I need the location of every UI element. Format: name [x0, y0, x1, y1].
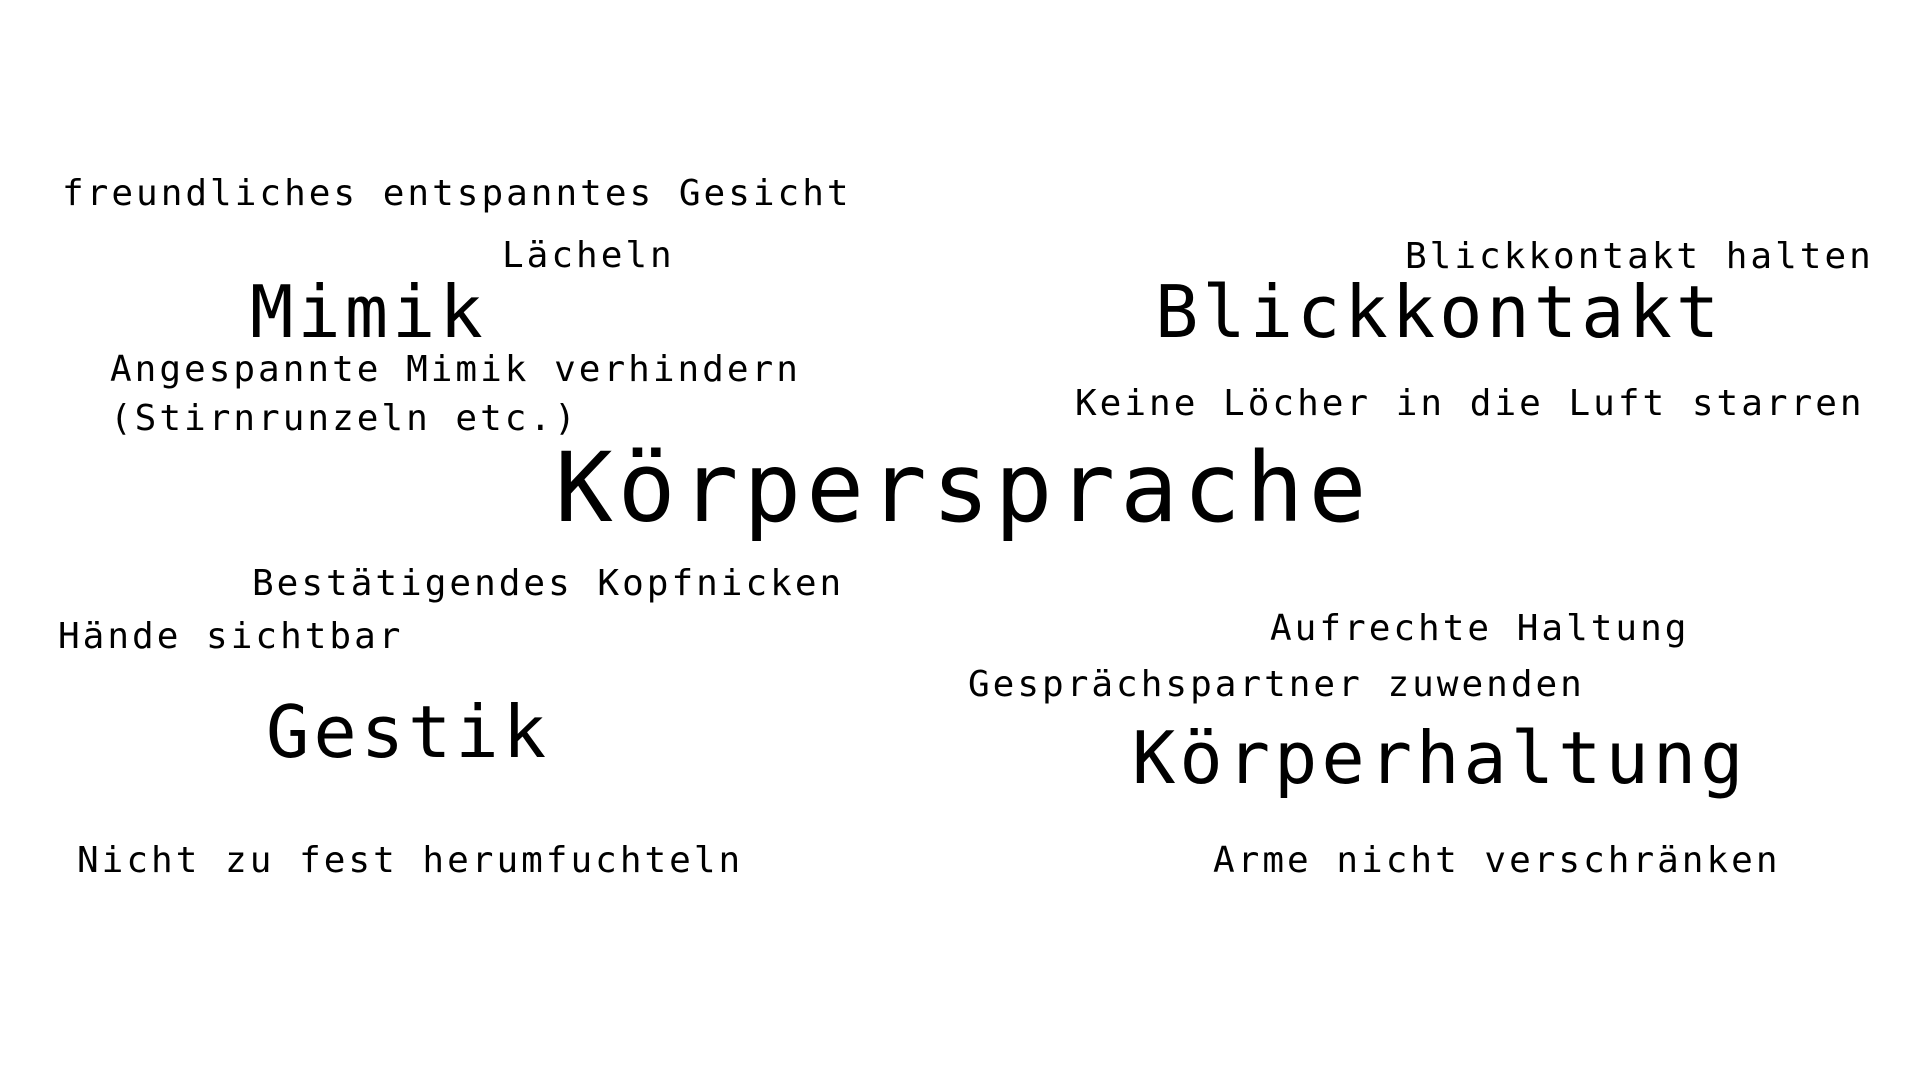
mimik-item-avoid-tension: Angespannte Mimik verhindern (Stirnrunze… [110, 349, 801, 439]
center-title: Körpersprache [555, 432, 1372, 544]
koerperhaltung-item-upright: Aufrechte Haltung [1270, 608, 1690, 649]
word-cloud-canvas: { "center": { "title": "Körpersprache" }… [0, 0, 1920, 1080]
blickkontakt-item-no-staring: Keine Löcher in die Luft starren [1075, 383, 1865, 424]
gestik-heading: Gestik [266, 690, 551, 774]
gestik-item-no-flailing: Nicht zu fest herumfuchteln [77, 840, 744, 881]
gestik-item-nodding: Bestätigendes Kopfnicken [252, 563, 845, 604]
blickkontakt-heading: Blickkontakt [1155, 270, 1724, 354]
gestik-item-hands-visible: Hände sichtbar [58, 616, 404, 657]
mimik-heading: Mimik [250, 270, 487, 354]
mimik-item-friendly-face: freundliches entspanntes Gesicht [62, 173, 852, 214]
mimik-item-smile: Lächeln [502, 235, 675, 276]
koerperhaltung-item-face-partner: Gesprächspartner zuwenden [968, 664, 1585, 705]
koerperhaltung-item-arms: Arme nicht verschränken [1213, 840, 1781, 881]
koerperhaltung-heading: Körperhaltung [1132, 716, 1748, 800]
